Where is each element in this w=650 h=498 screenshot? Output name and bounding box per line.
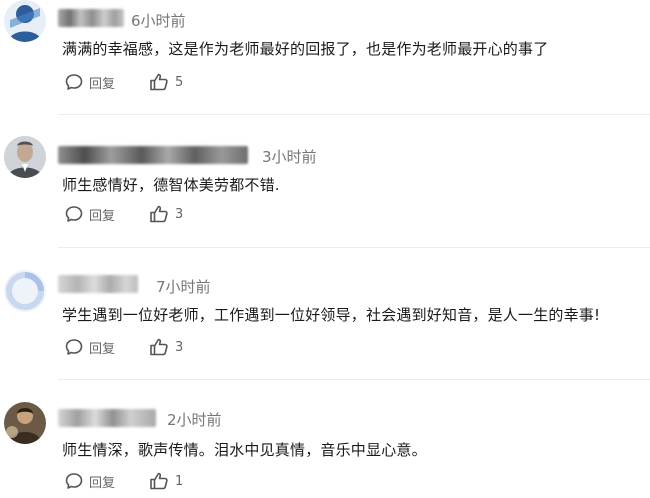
reply-button[interactable]: 回复 xyxy=(65,71,115,93)
comment-text: 学生遇到一位好老师，工作遇到一位好领导，社会遇到好知音，是人一生的幸事! xyxy=(62,306,601,324)
avatar[interactable] xyxy=(4,0,46,42)
comment-item: 6小时前 满满的幸福感，这是作为老师最好的回报了，也是作为老师最开心的事了 回复… xyxy=(0,0,650,118)
thumbs-up-icon xyxy=(149,73,169,91)
reply-button[interactable]: 回复 xyxy=(65,203,115,225)
avatar[interactable] xyxy=(4,270,46,312)
comment-time: 3小时前 xyxy=(262,148,317,166)
comment-text: 师生情深，歌声传情。泪水中见真情，音乐中显心意。 xyxy=(62,441,427,459)
reply-label: 回复 xyxy=(89,341,116,357)
like-count: 3 xyxy=(175,206,184,222)
comment-time: 7小时前 xyxy=(156,278,211,296)
like-count: 5 xyxy=(175,74,184,90)
thumbs-up-icon xyxy=(149,472,169,490)
like-count: 3 xyxy=(175,339,184,355)
reply-button[interactable]: 回复 xyxy=(65,336,115,358)
comment-bubble-icon xyxy=(65,472,83,490)
comment-item: 7小时前 学生遇到一位好老师，工作遇到一位好领导，社会遇到好知音，是人一生的幸事… xyxy=(0,248,650,378)
divider xyxy=(58,114,650,115)
reply-label: 回复 xyxy=(89,76,116,92)
comment-text: 师生感情好，德智体美劳都不错. xyxy=(62,176,280,194)
comment-text: 满满的幸福感，这是作为老师最好的回报了，也是作为老师最开心的事了 xyxy=(62,40,549,58)
avatar[interactable] xyxy=(4,136,46,178)
comment-bubble-icon xyxy=(65,73,83,91)
reply-label: 回复 xyxy=(89,475,116,491)
comment-item: 3小时前 师生感情好，德智体美劳都不错. 回复 3 xyxy=(0,118,650,246)
thumbs-up-icon xyxy=(149,338,169,356)
username-blurred[interactable] xyxy=(58,146,248,164)
like-count: 1 xyxy=(175,473,184,489)
reply-label: 回复 xyxy=(89,208,116,224)
like-button[interactable]: 3 xyxy=(149,336,183,358)
avatar[interactable] xyxy=(4,402,46,444)
comment-bubble-icon xyxy=(65,205,83,223)
comment-time: 6小时前 xyxy=(131,12,186,30)
comment-item: 2小时前 师生情深，歌声传情。泪水中见真情，音乐中显心意。 回复 1 xyxy=(0,380,650,498)
comment-time: 2小时前 xyxy=(167,411,222,429)
like-button[interactable]: 1 xyxy=(149,470,183,492)
like-button[interactable]: 5 xyxy=(149,71,183,93)
username-blurred[interactable] xyxy=(58,9,124,27)
like-button[interactable]: 3 xyxy=(149,203,183,225)
comment-bubble-icon xyxy=(65,338,83,356)
thumbs-up-icon xyxy=(149,205,169,223)
username-blurred[interactable] xyxy=(58,275,138,293)
reply-button[interactable]: 回复 xyxy=(65,470,115,492)
username-blurred[interactable] xyxy=(58,409,156,427)
